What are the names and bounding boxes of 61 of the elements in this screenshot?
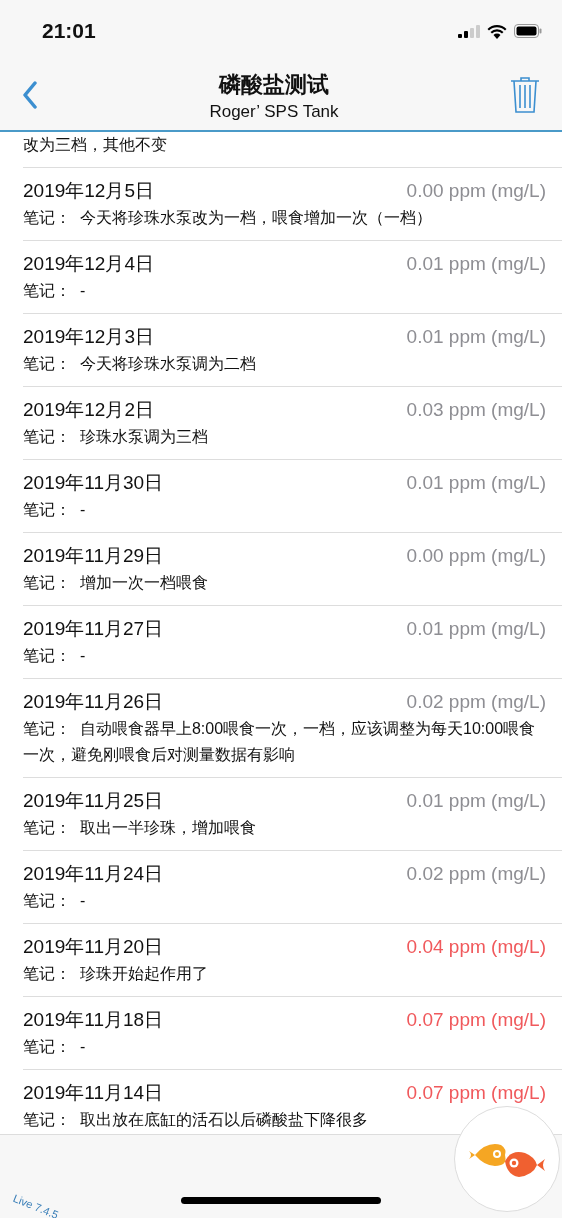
record-date: 2019年11月26日	[23, 690, 164, 714]
record-row[interactable]: 2019年11月25日 0.01 ppm (mg/L) 笔记： 取出一半珍珠，增加喂食	[23, 778, 562, 851]
trash-icon	[510, 75, 540, 114]
wifi-icon	[487, 23, 507, 39]
record-note: 笔记： 取出放在底缸的活石以后磷酸盐下降很多	[23, 1110, 368, 1130]
record-date: 2019年12月5日	[23, 179, 154, 203]
record-date: 2019年12月2日	[23, 398, 154, 422]
record-note: 笔记： -	[23, 646, 86, 666]
record-value: 0.02 ppm (mg/L)	[406, 691, 546, 713]
record-value: 0.01 ppm (mg/L)	[406, 326, 546, 348]
back-button[interactable]	[22, 80, 38, 112]
record-row[interactable]: 2019年12月5日 0.00 ppm (mg/L) 笔记： 今天将珍珠水泵改为一档，喂食增加一次（一档）	[23, 168, 562, 241]
battery-icon	[514, 24, 542, 38]
record-row[interactable]: 2019年11月30日 0.01 ppm (mg/L) 笔记： -	[23, 460, 562, 533]
record-row[interactable]: 2019年12月3日 0.01 ppm (mg/L) 笔记： 今天将珍珠水泵调为二档	[23, 314, 562, 387]
record-note: 笔记： 增加一次一档喂食	[23, 573, 208, 593]
record-value: 0.07 ppm (mg/L)	[406, 1009, 546, 1031]
record-value: 0.00 ppm (mg/L)	[406, 545, 546, 567]
record-note: 笔记： -	[23, 281, 86, 301]
record-note: 笔记： -	[23, 1037, 86, 1057]
record-value: 0.01 ppm (mg/L)	[406, 472, 546, 494]
record-note: 笔记： 自动喂食器早上8:00喂食一次，一档，应该调整为每天10:00喂食一次，避免刚喂食后对测量数据有影响	[23, 719, 537, 765]
record-row[interactable]: 2019年11月24日 0.02 ppm (mg/L) 笔记： -	[23, 851, 562, 924]
record-row[interactable]: 2019年11月29日 0.00 ppm (mg/L) 笔记： 增加一次一档喂食	[23, 533, 562, 606]
record-note: 笔记： -	[23, 500, 86, 520]
nav-subtitle: Roger’ SPS Tank	[209, 102, 339, 122]
status-time: 21:01	[42, 19, 96, 43]
record-value: 0.03 ppm (mg/L)	[406, 399, 546, 421]
record-date: 2019年12月4日	[23, 252, 154, 276]
record-value: 0.01 ppm (mg/L)	[406, 618, 546, 640]
record-note: 笔记： 珍珠开始起作用了	[23, 964, 208, 984]
record-value: 0.01 ppm (mg/L)	[406, 790, 546, 812]
record-date: 2019年11月20日	[23, 935, 164, 959]
record-date: 2019年11月27日	[23, 617, 164, 641]
record-note: 笔记： 今天将珍珠水泵调为二档	[23, 354, 256, 374]
record-date: 2019年11月30日	[23, 471, 164, 495]
record-note: 笔记： 今天将珍珠水泵改为一档，喂食增加一次（一档）	[23, 208, 432, 228]
record-date: 2019年11月14日	[23, 1081, 164, 1105]
record-date: 2019年11月29日	[23, 544, 164, 568]
record-note: 笔记： 珍珠水泵调为三档	[23, 427, 208, 447]
record-value: 0.02 ppm (mg/L)	[406, 863, 546, 885]
record-note: 笔记： -	[23, 891, 86, 911]
record-row[interactable]: 2019年12月4日 0.01 ppm (mg/L) 笔记： -	[23, 241, 562, 314]
record-row[interactable]: 2019年12月2日 0.03 ppm (mg/L) 笔记： 珍珠水泵调为三档	[23, 387, 562, 460]
record-row[interactable]: 2019年11月27日 0.01 ppm (mg/L) 笔记： -	[23, 606, 562, 679]
record-value: 0.04 ppm (mg/L)	[406, 936, 546, 958]
record-note: 笔记： 取出一半珍珠，增加喂食	[23, 818, 256, 838]
record-value: 0.00 ppm (mg/L)	[406, 180, 546, 202]
record-date: 2019年11月18日	[23, 1008, 164, 1032]
record-row[interactable]: 2019年11月26日 0.02 ppm (mg/L) 笔记： 自动喂食器早上8:00喂食一次，一档，应该调整为每天10:00喂食一次，避免刚喂食后对测量数据有影响	[23, 679, 562, 778]
record-date: 2019年11月25日	[23, 789, 164, 813]
record-date: 2019年12月3日	[23, 325, 154, 349]
record-value: 0.01 ppm (mg/L)	[406, 253, 546, 275]
note-text: 改为三档，其他不变	[23, 132, 562, 168]
record-row[interactable]: 2019年11月18日 0.07 ppm (mg/L) 笔记： -	[23, 997, 562, 1070]
record-value: 0.07 ppm (mg/L)	[406, 1082, 546, 1104]
back-icon	[22, 80, 38, 109]
record-date: 2019年11月24日	[23, 862, 164, 886]
record-row[interactable]: 2019年11月20日 0.04 ppm (mg/L) 笔记： 珍珠开始起作用了	[23, 924, 562, 997]
signal-icon	[458, 24, 480, 38]
nav-title: 磷酸盐测试	[219, 71, 329, 99]
